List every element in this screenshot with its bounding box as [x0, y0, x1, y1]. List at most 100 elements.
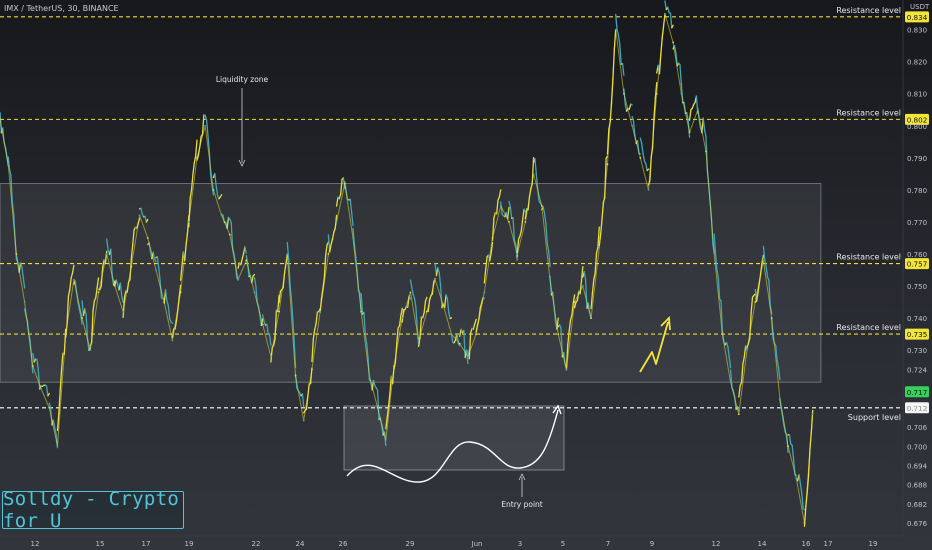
time-tick-label: 17	[142, 540, 151, 548]
time-tick-label: 12	[31, 540, 40, 548]
price-point	[228, 233, 231, 236]
price-point	[130, 265, 133, 268]
support-level-label: Support level	[848, 413, 901, 422]
price-chart[interactable]: Resistance level Resistance level Resistan…	[0, 0, 932, 550]
price-segment	[621, 63, 625, 76]
price-segment	[788, 433, 792, 445]
price-point	[557, 333, 560, 335]
last-price-text: 0.717	[907, 388, 928, 397]
price-segment	[193, 155, 197, 164]
time-tick-label: 15	[96, 540, 105, 548]
price-segment	[194, 139, 198, 157]
price-segment	[667, 6, 670, 14]
price-point	[770, 317, 773, 319]
price-tick-label: 0.706	[907, 424, 928, 432]
price-tick-label: 0.770	[907, 219, 927, 227]
price-point	[434, 278, 436, 281]
price-point	[311, 368, 313, 371]
price-point	[795, 477, 798, 480]
price-point	[23, 301, 26, 303]
chart-stage: Resistance level Resistance level Resistan…	[0, 0, 932, 550]
price-tick-label: 0.712	[907, 405, 927, 413]
price-point	[778, 397, 781, 400]
price-point	[450, 333, 453, 335]
price-point	[196, 156, 198, 159]
price-segment	[617, 34, 621, 46]
price-point	[565, 368, 568, 371]
price-point	[631, 124, 633, 127]
price-point	[516, 253, 519, 255]
price-point	[360, 310, 363, 313]
price-point	[787, 445, 789, 448]
price-segment	[375, 387, 379, 391]
price-point	[302, 419, 305, 422]
price-point	[343, 182, 346, 185]
level-price-text: 0.735	[907, 330, 928, 339]
level-price-text: 0.834	[907, 13, 928, 22]
price-point	[163, 301, 166, 303]
price-point	[179, 291, 182, 294]
price-tick-label: 0.682	[907, 501, 927, 509]
price-point	[483, 291, 486, 294]
price-point	[622, 92, 625, 95]
symbol-title: IMX / TetherUS, 30, BINANCE	[4, 4, 119, 13]
price-point	[64, 333, 67, 335]
price-tick-label: 0.700	[907, 443, 927, 451]
price-point	[138, 214, 141, 217]
time-tick-label: 29	[406, 540, 415, 548]
price-segment	[738, 384, 741, 398]
price-point	[15, 253, 18, 255]
time-tick-label: 9	[650, 540, 654, 548]
price-segment	[798, 474, 802, 485]
price-point	[581, 285, 584, 287]
price-tick-label: 0.750	[907, 283, 927, 291]
price-point	[409, 291, 412, 294]
price-point	[664, 12, 666, 15]
price-point	[425, 310, 428, 313]
price-segment	[192, 162, 195, 176]
price-tick-label: 0.694	[907, 462, 928, 470]
time-tick-label: 7	[606, 540, 610, 548]
price-point	[171, 339, 174, 342]
price-point	[729, 381, 732, 384]
price-point	[105, 253, 108, 255]
price-point	[237, 278, 239, 281]
price-tick-label: 0.676	[907, 520, 928, 528]
price-point	[573, 301, 576, 303]
time-tick-label: 19	[869, 540, 878, 548]
price-point	[187, 221, 190, 223]
price-point	[549, 278, 551, 281]
price-segment	[301, 393, 305, 408]
price-point	[508, 221, 510, 223]
price-segment	[703, 129, 707, 138]
price-point	[590, 317, 592, 319]
time-tick-label: 17	[824, 540, 833, 548]
price-point	[803, 522, 806, 525]
resistance-level-label: Resistance level	[836, 108, 901, 117]
time-tick-label: 14	[758, 540, 767, 548]
price-point	[72, 278, 75, 281]
price-segment	[799, 483, 803, 494]
price-point	[705, 150, 707, 153]
time-tick-label: 16	[802, 540, 811, 548]
price-point	[245, 259, 248, 262]
resistance-level-label: Resistance level	[836, 253, 901, 262]
price-point	[56, 445, 59, 448]
price-point	[614, 28, 617, 31]
price-point	[680, 92, 683, 95]
price-segment	[645, 163, 648, 172]
price-segment	[801, 492, 804, 510]
price-segment	[642, 153, 646, 162]
price-point	[811, 413, 814, 416]
price-segment	[679, 64, 683, 86]
price-point	[48, 406, 51, 409]
price-point	[327, 253, 330, 255]
price-point	[524, 221, 527, 223]
price-tick-label: 0.790	[907, 155, 927, 163]
price-segment	[605, 155, 609, 159]
price-segment	[791, 444, 795, 460]
price-point	[696, 108, 699, 111]
price-segment	[641, 142, 644, 155]
price-point	[155, 269, 157, 271]
price-tick-label: 0.730	[907, 347, 927, 355]
